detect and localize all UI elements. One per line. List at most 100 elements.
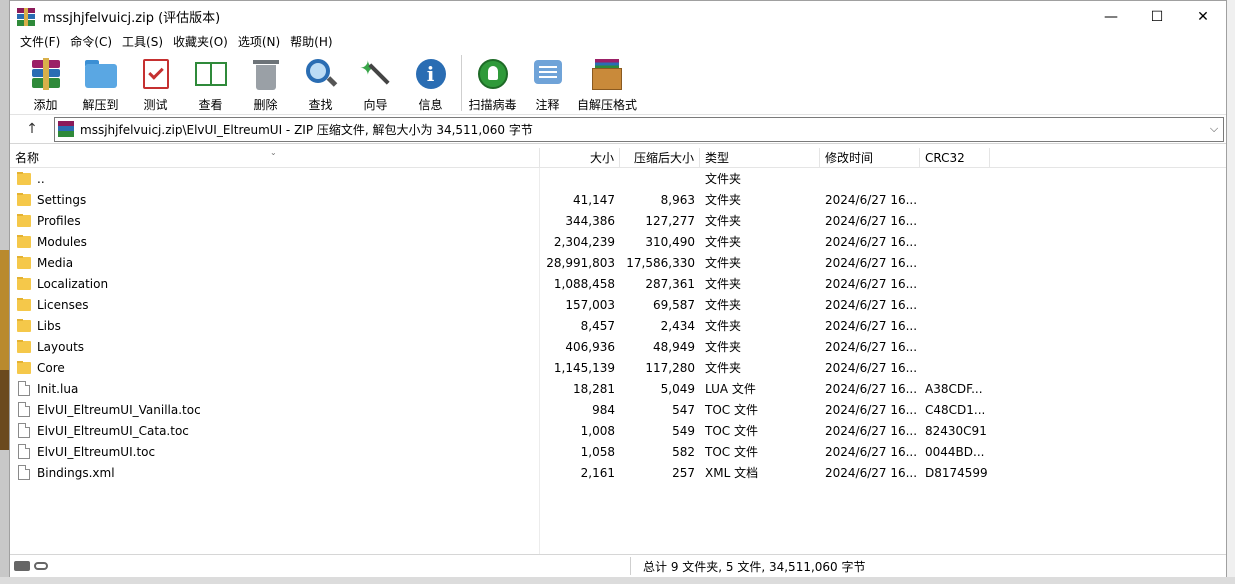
column-divider <box>539 168 540 554</box>
sort-indicator-icon: ⌄ <box>270 148 277 157</box>
file-packed-size: 310,490 <box>645 234 695 249</box>
window-title: mssjhjfelvuicj.zip (评估版本) <box>43 11 221 26</box>
menu-favorites[interactable]: 收藏夹(O) <box>168 33 233 50</box>
file-modified: 2024/6/27 16... <box>825 381 918 396</box>
path-field[interactable]: mssjhjfelvuicj.zip\ElvUI_EltreumUI - ZIP… <box>54 116 1224 142</box>
file-name: Licenses <box>37 297 89 312</box>
table-row[interactable]: ElvUI_EltreumUI_Cata.toc 1,008 549 TOC 文件 20… <box>10 420 1226 441</box>
view-label: 查看 <box>198 98 223 112</box>
table-row[interactable]: Core 1,145,139 117,280 文件夹 2024/6/27 16... <box>10 357 1226 378</box>
file-packed-size: 48,949 <box>653 339 695 354</box>
title-bar[interactable]: mssjhjfelvuicj.zip (评估版本) — ☐ ✕ <box>10 1 1226 32</box>
sfx-button[interactable]: 自解压格式 <box>575 51 639 115</box>
folder-icon <box>17 360 31 374</box>
table-row[interactable]: Licenses 157,003 69,587 文件夹 2024/6/27 16... <box>10 294 1226 315</box>
info-button[interactable]: i 信息 <box>403 51 458 115</box>
extract-to-button[interactable]: 解压到 <box>73 51 128 115</box>
file-name: Settings <box>37 192 87 207</box>
file-rows: .. 文件夹 Settings 41,147 8,963 文件夹 2024/6/27 16.… <box>10 168 1226 483</box>
menu-file[interactable]: 文件(F) <box>15 33 65 50</box>
column-crc32[interactable]: CRC32 <box>920 147 990 168</box>
file-crc32: D8174599 <box>925 465 988 480</box>
file-packed-size: 117,280 <box>645 360 695 375</box>
table-row[interactable]: Localization 1,088,458 287,361 文件夹 2024/6/27… <box>10 273 1226 294</box>
file-name-cell: Layouts <box>10 339 540 354</box>
file-size: 8,457 <box>580 318 615 333</box>
file-size: 1,088,458 <box>553 276 615 291</box>
menu-commands[interactable]: 命令(C) <box>65 33 117 50</box>
file-type: 文件夹 <box>705 235 742 249</box>
chevron-down-icon[interactable]: ⌵ <box>1205 122 1223 136</box>
file-modified: 2024/6/27 16... <box>825 234 918 249</box>
find-label: 查找 <box>308 98 333 112</box>
folder-icon <box>17 234 31 248</box>
info-icon: i <box>413 56 449 92</box>
key-icon[interactable] <box>34 562 48 570</box>
toolbar-separator <box>461 55 462 111</box>
file-icon <box>18 381 30 396</box>
file-name: Bindings.xml <box>37 465 115 480</box>
comment-button[interactable]: 注释 <box>520 51 575 115</box>
file-name-cell: Media <box>10 255 540 270</box>
table-row[interactable]: Media 28,991,803 17,586,330 文件夹 2024/6/27 16… <box>10 252 1226 273</box>
column-type[interactable]: 类型 <box>700 147 820 168</box>
file-type: LUA 文件 <box>705 382 756 396</box>
file-type: 文件夹 <box>705 193 742 207</box>
table-row[interactable]: ElvUI_EltreumUI.toc 1,058 582 TOC 文件 2024/6/… <box>10 441 1226 462</box>
table-row[interactable]: Profiles 344,386 127,277 文件夹 2024/6/27 16... <box>10 210 1226 231</box>
menu-help[interactable]: 帮助(H) <box>285 33 337 50</box>
sfx-box-icon <box>589 56 625 92</box>
close-button[interactable]: ✕ <box>1180 1 1226 32</box>
table-row[interactable]: Settings 41,147 8,963 文件夹 2024/6/27 16... <box>10 189 1226 210</box>
minimize-button[interactable]: — <box>1088 1 1134 32</box>
table-row[interactable]: Layouts 406,936 48,949 文件夹 2024/6/27 16... <box>10 336 1226 357</box>
info-label: 信息 <box>418 98 443 112</box>
add-button[interactable]: 添加 <box>18 51 73 115</box>
table-row[interactable]: ElvUI_EltreumUI_Vanilla.toc 984 547 TOC 文件 2… <box>10 399 1226 420</box>
table-row[interactable]: .. 文件夹 <box>10 168 1226 189</box>
folder-icon <box>17 192 31 206</box>
find-button[interactable]: 查找 <box>293 51 348 115</box>
winrar-window: mssjhjfelvuicj.zip (评估版本) — ☐ ✕ 文件(F) 命令… <box>9 0 1227 577</box>
column-packed[interactable]: 压缩后大小 <box>620 147 700 168</box>
wizard-label: 向导 <box>363 98 388 112</box>
file-type: 文件夹 <box>705 277 742 291</box>
file-type: 文件夹 <box>705 319 742 333</box>
up-arrow-icon[interactable]: ↑ <box>10 121 54 137</box>
file-type: 文件夹 <box>705 172 742 186</box>
maximize-button[interactable]: ☐ <box>1134 1 1180 32</box>
menu-options[interactable]: 选项(N) <box>233 33 285 50</box>
column-size[interactable]: 大小 <box>540 147 620 168</box>
folder-icon <box>17 276 31 290</box>
sfx-label: 自解压格式 <box>576 98 637 112</box>
file-crc32: 0044BD... <box>925 444 985 459</box>
table-row[interactable]: Init.lua 18,281 5,049 LUA 文件 2024/6/27 16...… <box>10 378 1226 399</box>
table-row[interactable]: Modules 2,304,239 310,490 文件夹 2024/6/27 16..… <box>10 231 1226 252</box>
column-modified[interactable]: 修改时间 <box>820 147 920 168</box>
file-name: Localization <box>37 276 109 291</box>
status-bar: 总计 9 文件夹, 5 文件, 34,511,060 字节 <box>10 554 1226 577</box>
winrar-app-icon[interactable] <box>17 7 35 26</box>
delete-button[interactable]: 删除 <box>238 51 293 115</box>
file-name-cell: ElvUI_EltreumUI.toc <box>10 444 540 459</box>
file-modified: 2024/6/27 16... <box>825 213 918 228</box>
file-name: ElvUI_EltreumUI.toc <box>37 444 156 459</box>
view-button[interactable]: 查看 <box>183 51 238 115</box>
file-name: .. <box>37 171 45 186</box>
menu-tools[interactable]: 工具(S) <box>117 33 168 50</box>
file-size: 18,281 <box>573 381 615 396</box>
file-packed-size: 69,587 <box>653 297 695 312</box>
virus-scan-button[interactable]: 扫描病毒 <box>465 51 520 115</box>
drive-icon[interactable] <box>14 561 30 571</box>
file-modified: 2024/6/27 16... <box>825 444 918 459</box>
test-button[interactable]: 测试 <box>128 51 183 115</box>
column-header: 名称 大小 压缩后大小 类型 修改时间 CRC32 ⌄ <box>10 147 1226 168</box>
table-row[interactable]: Bindings.xml 2,161 257 XML 文档 2024/6/27 16..… <box>10 462 1226 483</box>
file-type: 文件夹 <box>705 256 742 270</box>
wizard-button[interactable]: ✦ 向导 <box>348 51 403 115</box>
file-name-cell: Libs <box>10 318 540 333</box>
comment-label: 注释 <box>535 98 560 112</box>
file-name-cell: Bindings.xml <box>10 465 540 480</box>
file-modified: 2024/6/27 16... <box>825 255 918 270</box>
table-row[interactable]: Libs 8,457 2,434 文件夹 2024/6/27 16... <box>10 315 1226 336</box>
